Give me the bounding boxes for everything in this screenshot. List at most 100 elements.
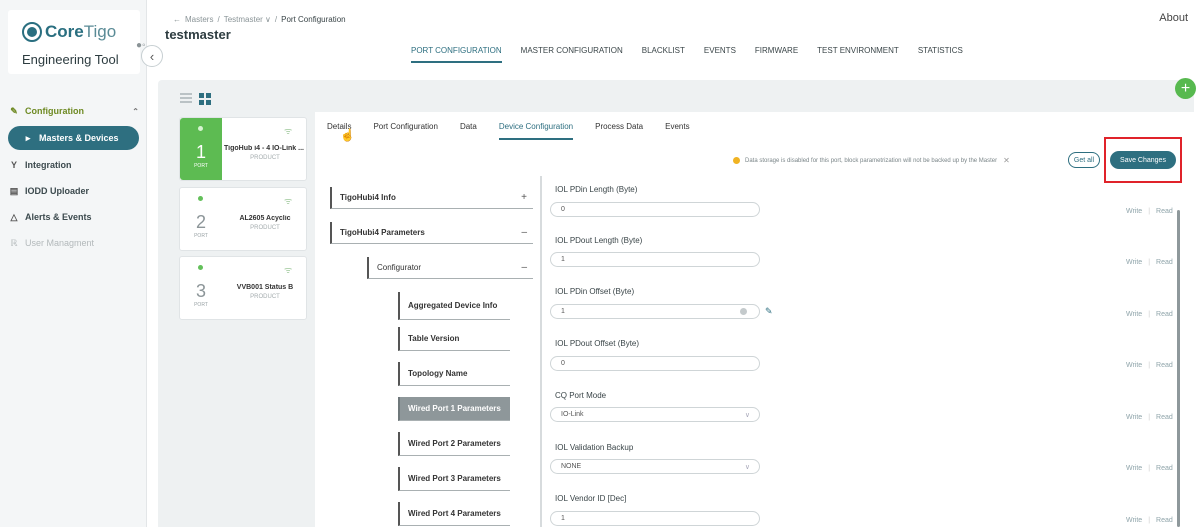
vendor-id-input[interactable]: 1 (550, 511, 760, 526)
integration-icon: Y (10, 160, 17, 170)
read-button[interactable]: Read (1156, 362, 1173, 369)
tab-firmware[interactable]: FIRMWARE (755, 46, 798, 63)
grid-view-icon[interactable] (199, 93, 211, 105)
tree-item-wired-port-4[interactable]: Wired Port 4 Parameters (398, 502, 510, 526)
read-button[interactable]: Read (1156, 465, 1173, 472)
tree-item-configurator[interactable]: Configurator – (367, 257, 533, 279)
sidebar-item-label: Masters & Devices (39, 133, 119, 143)
scrollbar[interactable] (1177, 210, 1180, 527)
tab-master-configuration[interactable]: MASTER CONFIGURATION (521, 46, 623, 63)
wifi-icon: ᯤ (284, 196, 293, 206)
tree-item-topology-name[interactable]: Topology Name (398, 362, 510, 386)
tree-item-wired-port-2[interactable]: Wired Port 2 Parameters (398, 432, 510, 456)
pdin-offset-input[interactable]: 1 (550, 304, 760, 319)
logo-core-text: Core (45, 22, 84, 41)
write-button[interactable]: Write (1126, 311, 1142, 318)
about-link[interactable]: About (1159, 12, 1188, 24)
tree-item-info[interactable]: TigoHubi4 Info + (330, 187, 533, 209)
tab-data[interactable]: Data (460, 122, 477, 140)
list-view-icon[interactable] (180, 93, 192, 103)
read-button[interactable]: Read (1156, 259, 1173, 266)
tab-port-configuration[interactable]: PORT CONFIGURATION (411, 46, 502, 63)
validation-backup-select[interactable]: NONE ∨ (550, 459, 760, 474)
wifi-icon: ᯤ (284, 126, 293, 136)
expand-icon[interactable]: + (521, 192, 527, 203)
app-subtitle: Engineering Tool (22, 52, 119, 67)
read-button[interactable]: Read (1156, 517, 1173, 524)
breadcrumb-testmaster[interactable]: Testmaster ∨ (224, 15, 271, 24)
wifi-icon: ᯤ (284, 265, 293, 275)
write-button[interactable]: Write (1126, 465, 1142, 472)
read-button[interactable]: Read (1156, 208, 1173, 215)
param-label: CQ Port Mode (555, 391, 607, 400)
back-arrow-icon[interactable]: ← (173, 15, 181, 24)
tree-item-label: Wired Port 3 Parameters (408, 474, 501, 483)
tab-statistics[interactable]: STATISTICS (918, 46, 963, 63)
param-actions: Write | Read (1126, 259, 1173, 266)
tree-item-table-version[interactable]: Table Version (398, 327, 510, 351)
sidebar-item-configuration[interactable]: ✎ Configuration ⌃ (0, 98, 147, 124)
pdout-length-input[interactable]: 1 (550, 252, 760, 267)
chevron-up-icon: ⌃ (132, 106, 139, 116)
tab-events-sub[interactable]: Events (665, 122, 689, 140)
read-button[interactable]: Read (1156, 311, 1173, 318)
clear-icon[interactable] (740, 308, 747, 315)
sidebar-item-label: IODD Uploader (25, 186, 90, 196)
tab-test-environment[interactable]: TEST ENVIRONMENT (817, 46, 899, 63)
tree-item-parameters[interactable]: TigoHubi4 Parameters – (330, 222, 533, 244)
users-icon: ℝ (10, 237, 18, 248)
get-all-button[interactable]: Get all (1068, 152, 1100, 168)
pdout-offset-input[interactable]: 0 (550, 356, 760, 371)
device-type: PRODUCT (250, 294, 280, 300)
sidebar-item-label: Integration (25, 160, 72, 170)
warning-icon: △ (10, 211, 18, 222)
tree-item-wired-port-1[interactable]: Wired Port 1 Parameters (398, 397, 510, 421)
write-button[interactable]: Write (1126, 208, 1142, 215)
add-button[interactable]: + (1175, 78, 1196, 99)
param-actions: Write | Read (1126, 362, 1173, 369)
write-button[interactable]: Write (1126, 362, 1142, 369)
sidebar-item-label: User Managment (25, 238, 95, 248)
cq-port-mode-select[interactable]: IO-Link ∨ (550, 407, 760, 422)
write-button[interactable]: Write (1126, 517, 1142, 524)
port-card-1[interactable]: 1 PORT ᯤ TigoHub i4 - 4 IO-Link ... PROD… (179, 117, 307, 181)
tab-process-data[interactable]: Process Data (595, 122, 643, 140)
hand-cursor-icon: ☝ (340, 128, 355, 142)
collapse-sidebar-button[interactable]: ‹ (141, 45, 163, 67)
edit-icon[interactable]: ✎ (765, 306, 773, 317)
collapse-icon[interactable]: – (521, 227, 527, 238)
tree-item-wired-port-3[interactable]: Wired Port 3 Parameters (398, 467, 510, 491)
port-card-3[interactable]: 3 PORT ᯤ VVB001 Status B PRODUCT (179, 256, 307, 320)
sidebar-item-label: Alerts & Events (25, 212, 92, 222)
sidebar-item-integration[interactable]: Y Integration (0, 152, 147, 178)
write-button[interactable]: Write (1126, 414, 1142, 421)
write-button[interactable]: Write (1126, 259, 1142, 266)
sidebar-item-iodd-uploader[interactable]: ▤ IODD Uploader (0, 178, 147, 204)
tab-device-configuration[interactable]: Device Configuration (498, 122, 574, 140)
sub-tabs: Details Port Configuration Data Device C… (327, 122, 690, 140)
read-button[interactable]: Read (1156, 414, 1173, 421)
close-icon[interactable]: ✕ (1003, 156, 1010, 165)
breadcrumb-masters[interactable]: Masters (185, 15, 213, 24)
collapse-icon[interactable]: – (521, 262, 527, 273)
tree-divider (540, 176, 542, 527)
coretigo-logo-icon (22, 22, 42, 42)
pdin-length-input[interactable]: 0 (550, 202, 760, 217)
warning-dot-icon (733, 157, 740, 164)
tab-blacklist[interactable]: BLACKLIST (642, 46, 685, 63)
sidebar-item-user-management[interactable]: ℝ User Managment (0, 230, 147, 256)
tree-item-aggregated-device-info[interactable]: Aggregated Device Info (398, 292, 510, 320)
sidebar-item-alerts-events[interactable]: △ Alerts & Events (0, 204, 147, 230)
tab-events[interactable]: EVENTS (704, 46, 736, 63)
tree-item-label: Aggregated Device Info (408, 301, 498, 310)
document-icon: ▤ (9, 185, 19, 196)
plus-icon: + (1180, 79, 1191, 97)
breadcrumb-separator: / (274, 15, 278, 24)
tree-item-label: Topology Name (408, 369, 468, 378)
device-type: PRODUCT (250, 225, 280, 231)
save-changes-button[interactable]: Save Changes (1110, 151, 1176, 169)
tab-port-configuration-sub[interactable]: Port Configuration (373, 122, 437, 140)
sidebar-item-masters-devices[interactable]: ▸ Masters & Devices (8, 126, 139, 150)
param-actions: Write | Read (1126, 208, 1173, 215)
port-card-2[interactable]: 2 PORT ᯤ AL2605 Acyclic PRODUCT (179, 187, 307, 251)
